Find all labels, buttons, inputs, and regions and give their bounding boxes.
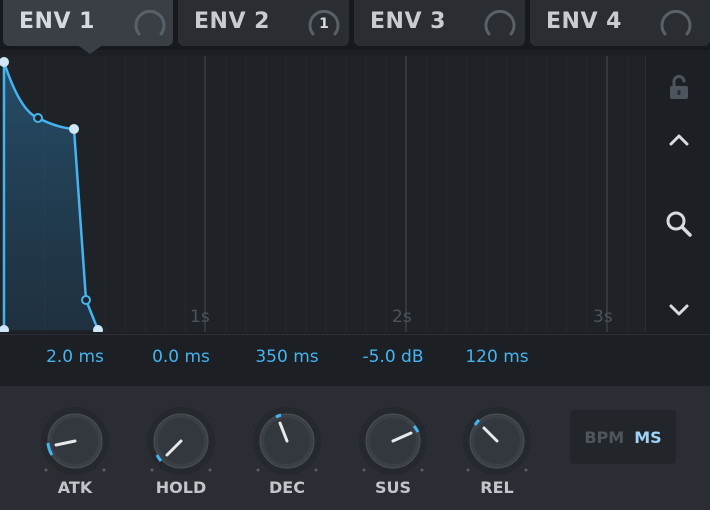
envelope-editor: ENV 1 ENV 2 1 ENV 3 ENV 4 1s 2s 3s 2.0 m… [0, 0, 710, 510]
attack-knob-label: ATK [57, 478, 93, 497]
sustain-knob-label: SUS [374, 478, 412, 497]
tab-env-3-label: ENV 3 [370, 9, 446, 34]
time-label-2s: 2s [392, 307, 412, 327]
tab-env-2[interactable]: ENV 2 1 [178, 0, 349, 46]
sustain-knob[interactable] [350, 398, 436, 484]
release-knob-label: REL [480, 478, 514, 497]
search-icon [666, 211, 692, 237]
attack-knob[interactable] [32, 398, 118, 484]
bpm-mode-option[interactable]: BPM [584, 428, 624, 447]
attack-value[interactable]: 2.0 ms [20, 347, 130, 367]
release-curve-handle[interactable] [81, 295, 91, 305]
tab-env-4[interactable]: ENV 4 [530, 0, 710, 46]
release-knob[interactable] [454, 398, 540, 484]
ms-mode-option[interactable]: MS [634, 428, 661, 447]
time-label-3s: 3s [593, 307, 613, 327]
tab-env-4-label: ENV 4 [546, 9, 622, 34]
sustain-value[interactable]: -5.0 dB [338, 347, 448, 367]
modulation-ring-icon [134, 9, 166, 36]
modulation-ring-icon [660, 9, 692, 36]
envelope-tab-bar: ENV 1 ENV 2 1 ENV 3 ENV 4 [0, 0, 710, 54]
zoom-button[interactable] [646, 204, 710, 244]
lock-button[interactable] [646, 68, 710, 108]
tab-env-2-label: ENV 2 [194, 9, 270, 34]
scroll-down-button[interactable] [646, 290, 710, 330]
tab-env-2-badge: 1 [319, 16, 329, 32]
hold-value[interactable]: 0.0 ms [126, 347, 236, 367]
parameter-values-row: 2.0 ms 0.0 ms 350 ms -5.0 dB 120 ms [0, 334, 710, 382]
chevron-up-icon [669, 134, 688, 146]
decay-knob-label: DEC [269, 478, 305, 497]
graph-sidebar [645, 56, 710, 332]
time-mode-toggle[interactable]: BPM MS [570, 410, 676, 464]
envelope-graph[interactable]: 1s 2s 3s [0, 56, 645, 332]
release-value[interactable]: 120 ms [442, 347, 552, 367]
decay-value[interactable]: 350 ms [232, 347, 342, 367]
sustain-node[interactable] [69, 124, 79, 134]
modulation-ring-icon [484, 9, 516, 36]
modulation-ring-icon: 1 [308, 9, 340, 36]
time-label-1s: 1s [190, 307, 210, 327]
active-tab-pointer [76, 44, 104, 54]
scroll-up-button[interactable] [646, 120, 710, 160]
decay-knob[interactable] [244, 398, 330, 484]
hold-knob[interactable] [138, 398, 224, 484]
decay-curve-handle[interactable] [33, 113, 43, 123]
tab-env-3[interactable]: ENV 3 [354, 0, 525, 46]
chevron-down-icon [669, 304, 688, 316]
lock-icon [669, 75, 688, 99]
tab-env-1[interactable]: ENV 1 [3, 0, 173, 46]
hold-knob-label: HOLD [155, 478, 207, 497]
tab-env-1-label: ENV 1 [19, 9, 95, 34]
knob-panel: ATK HOLD DEC SUS REL BPM MS [0, 386, 710, 510]
